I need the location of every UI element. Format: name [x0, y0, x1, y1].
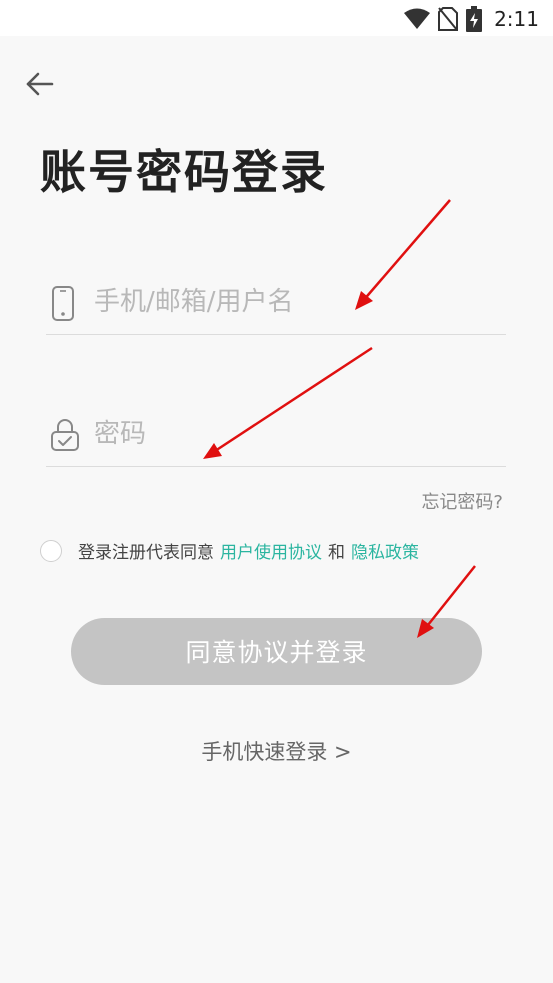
password-input[interactable]	[94, 414, 484, 454]
back-button[interactable]	[22, 66, 58, 102]
login-screen: 账号密码登录 忘记密码? 登录注册代表同意 用户使用协议 和 隐私政策 同意协议…	[0, 36, 553, 983]
page-title: 账号密码登录	[40, 145, 328, 199]
agreement-conjunction: 和	[328, 543, 345, 563]
forgot-password-link[interactable]: 忘记密码?	[421, 488, 503, 514]
account-input[interactable]	[94, 282, 484, 322]
phone-quick-login-link[interactable]: 手机快速登录 >	[0, 736, 553, 766]
agreement-row: 登录注册代表同意 用户使用协议 和 隐私政策	[40, 538, 419, 563]
no-sim-icon	[438, 7, 459, 31]
wifi-icon	[404, 8, 431, 29]
status-bar: 2:11	[0, 0, 553, 36]
login-button[interactable]: 同意协议并登录	[71, 618, 482, 685]
lock-icon	[51, 419, 79, 451]
user-agreement-link[interactable]: 用户使用协议	[220, 538, 322, 563]
status-icons: 2:11	[404, 6, 539, 32]
phone-icon	[52, 286, 74, 321]
privacy-policy-link[interactable]: 隐私政策	[351, 538, 419, 563]
agreement-prefix: 登录注册代表同意	[78, 543, 214, 563]
battery-charging-icon	[466, 6, 483, 32]
password-field[interactable]	[46, 400, 506, 467]
account-field[interactable]	[46, 268, 506, 335]
status-time: 2:11	[494, 7, 539, 31]
back-arrow-icon	[26, 72, 54, 96]
agreement-checkbox[interactable]	[40, 539, 62, 562]
